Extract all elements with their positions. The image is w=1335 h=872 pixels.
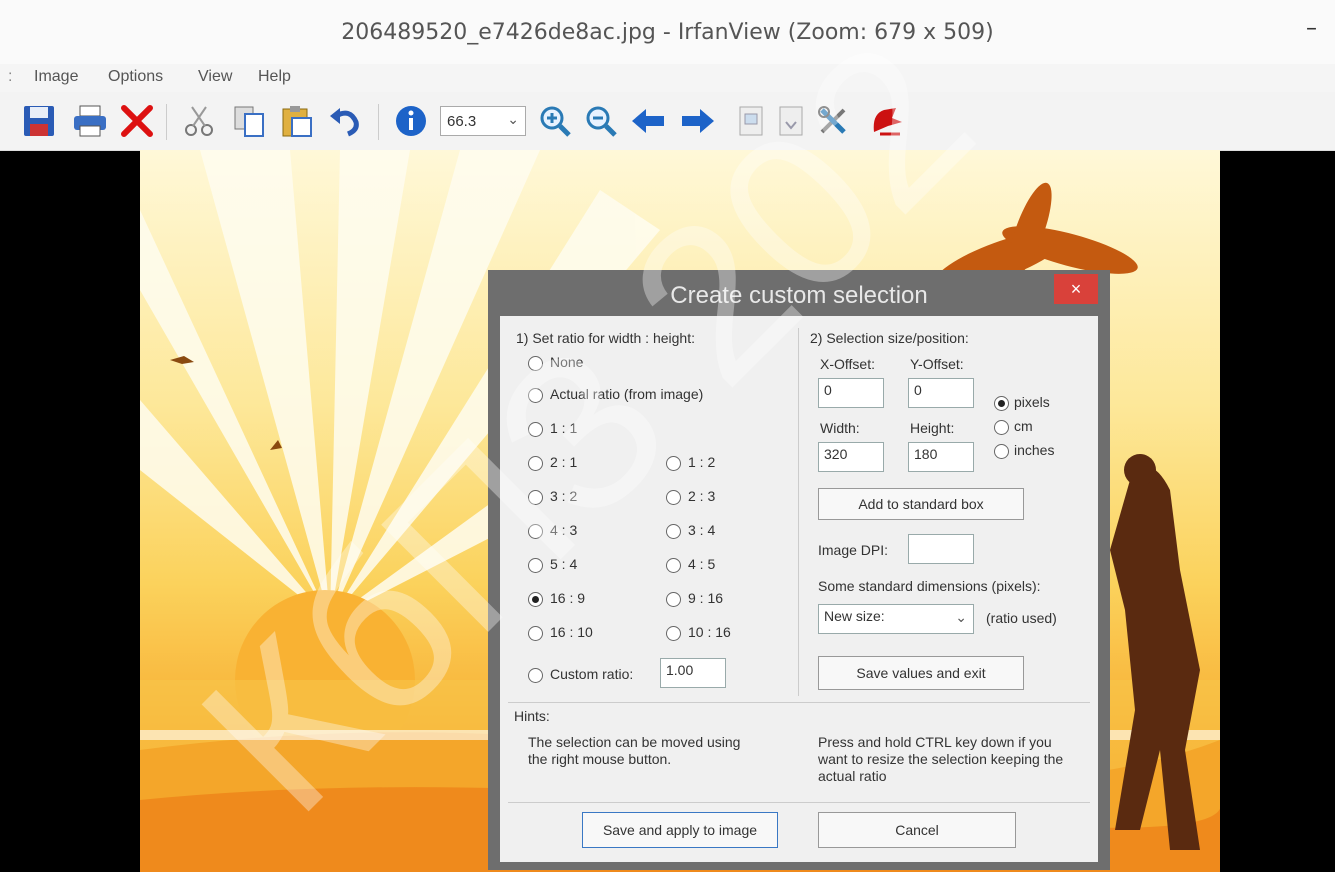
watermark: КбПЗ 202 — [155, 0, 1017, 857]
watermark-text: КбПЗ 202 — [155, 0, 1017, 857]
